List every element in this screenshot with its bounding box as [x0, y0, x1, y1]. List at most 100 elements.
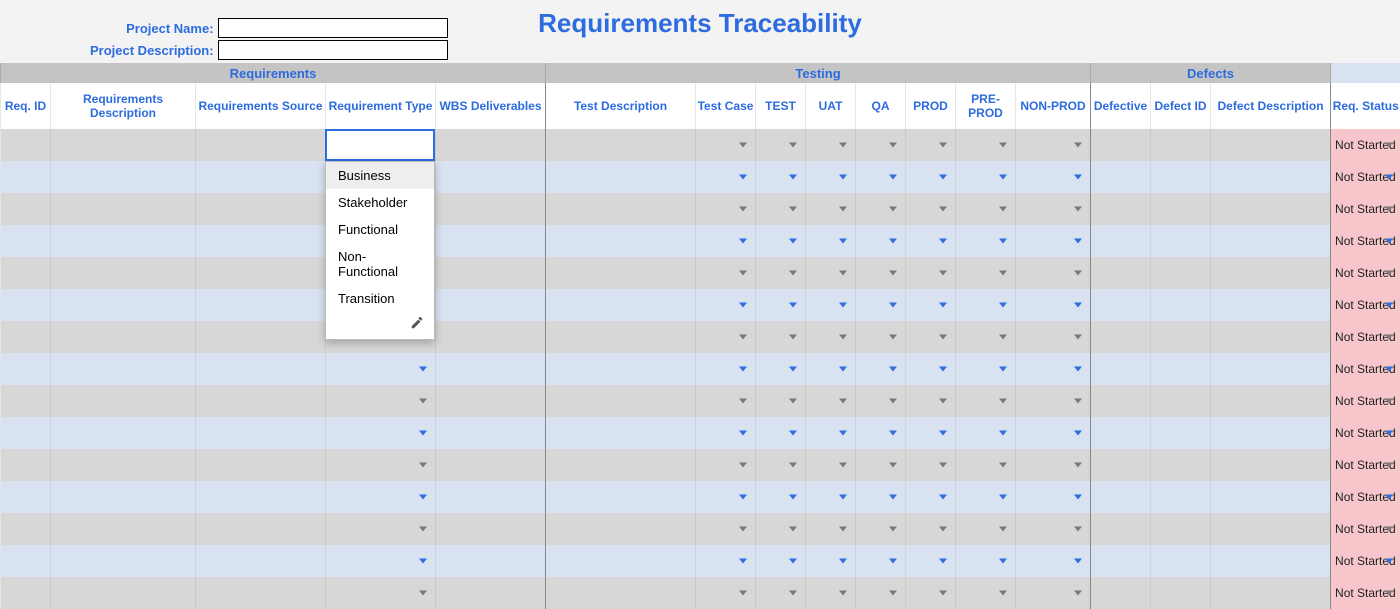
cell-wbs[interactable] — [436, 321, 546, 353]
cell-qa[interactable] — [856, 129, 906, 161]
cell-status[interactable]: Not Started — [1331, 129, 1400, 161]
cell-defective[interactable] — [1091, 193, 1151, 225]
cell-defective[interactable] — [1091, 321, 1151, 353]
cell-test_desc[interactable] — [546, 321, 696, 353]
cell-status[interactable]: Not Started — [1331, 481, 1400, 513]
cell-status[interactable]: Not Started — [1331, 449, 1400, 481]
cell-wbs[interactable] — [436, 385, 546, 417]
cell-req_desc[interactable] — [51, 577, 196, 609]
cell-status[interactable]: Not Started — [1331, 161, 1400, 193]
cell-test_desc[interactable] — [546, 417, 696, 449]
cell-defect_id[interactable] — [1151, 289, 1211, 321]
cell-wbs[interactable] — [436, 417, 546, 449]
cell-test_case[interactable] — [696, 417, 756, 449]
cell-qa[interactable] — [856, 385, 906, 417]
cell-status[interactable]: Not Started — [1331, 225, 1400, 257]
cell-req_src[interactable] — [196, 481, 326, 513]
cell-defective[interactable] — [1091, 513, 1151, 545]
cell-test_case[interactable] — [696, 513, 756, 545]
cell-wbs[interactable] — [436, 449, 546, 481]
cell-req_id[interactable] — [1, 161, 51, 193]
cell-req_desc[interactable] — [51, 289, 196, 321]
cell-status[interactable]: Not Started — [1331, 289, 1400, 321]
cell-defective[interactable] — [1091, 545, 1151, 577]
cell-req_id[interactable] — [1, 353, 51, 385]
cell-status[interactable]: Not Started — [1331, 257, 1400, 289]
cell-prod[interactable] — [906, 577, 956, 609]
edit-options[interactable] — [326, 312, 434, 339]
cell-wbs[interactable] — [436, 513, 546, 545]
cell-prod[interactable] — [906, 513, 956, 545]
cell-req_type[interactable] — [326, 513, 436, 545]
cell-nonprod[interactable] — [1016, 353, 1091, 385]
cell-uat[interactable] — [806, 449, 856, 481]
cell-test[interactable] — [756, 449, 806, 481]
cell-preprod[interactable] — [956, 161, 1016, 193]
cell-preprod[interactable] — [956, 481, 1016, 513]
cell-qa[interactable] — [856, 481, 906, 513]
cell-test_case[interactable] — [696, 545, 756, 577]
cell-uat[interactable] — [806, 129, 856, 161]
cell-defect_id[interactable] — [1151, 449, 1211, 481]
cell-defect_id[interactable] — [1151, 577, 1211, 609]
project-name-input[interactable] — [218, 18, 448, 38]
cell-defective[interactable] — [1091, 385, 1151, 417]
cell-test[interactable] — [756, 225, 806, 257]
cell-req_id[interactable] — [1, 449, 51, 481]
cell-test_desc[interactable] — [546, 577, 696, 609]
cell-req_id[interactable] — [1, 577, 51, 609]
cell-req_src[interactable] — [196, 193, 326, 225]
cell-req_desc[interactable] — [51, 481, 196, 513]
cell-test_desc[interactable] — [546, 161, 696, 193]
cell-req_desc[interactable] — [51, 225, 196, 257]
cell-req_id[interactable] — [1, 257, 51, 289]
cell-test_case[interactable] — [696, 321, 756, 353]
cell-req_id[interactable] — [1, 225, 51, 257]
cell-defect_id[interactable] — [1151, 161, 1211, 193]
cell-prod[interactable] — [906, 193, 956, 225]
cell-nonprod[interactable] — [1016, 417, 1091, 449]
cell-nonprod[interactable] — [1016, 577, 1091, 609]
cell-qa[interactable] — [856, 161, 906, 193]
cell-prod[interactable] — [906, 545, 956, 577]
cell-nonprod[interactable] — [1016, 513, 1091, 545]
cell-preprod[interactable] — [956, 353, 1016, 385]
cell-uat[interactable] — [806, 225, 856, 257]
cell-defect_desc[interactable] — [1211, 449, 1331, 481]
cell-nonprod[interactable] — [1016, 193, 1091, 225]
cell-defective[interactable] — [1091, 129, 1151, 161]
cell-req_desc[interactable] — [51, 161, 196, 193]
cell-preprod[interactable] — [956, 449, 1016, 481]
cell-req_id[interactable] — [1, 129, 51, 161]
cell-defect_desc[interactable] — [1211, 257, 1331, 289]
cell-req_id[interactable] — [1, 289, 51, 321]
cell-defect_desc[interactable] — [1211, 161, 1331, 193]
cell-preprod[interactable] — [956, 257, 1016, 289]
cell-defect_id[interactable] — [1151, 129, 1211, 161]
cell-test_case[interactable] — [696, 129, 756, 161]
cell-test_desc[interactable] — [546, 257, 696, 289]
cell-wbs[interactable] — [436, 353, 546, 385]
cell-defect_id[interactable] — [1151, 417, 1211, 449]
cell-status[interactable]: Not Started — [1331, 417, 1400, 449]
active-cell-reqtype[interactable] — [325, 129, 435, 161]
cell-req_src[interactable] — [196, 225, 326, 257]
cell-req_desc[interactable] — [51, 417, 196, 449]
cell-prod[interactable] — [906, 321, 956, 353]
cell-req_desc[interactable] — [51, 257, 196, 289]
cell-qa[interactable] — [856, 353, 906, 385]
cell-uat[interactable] — [806, 481, 856, 513]
cell-req_src[interactable] — [196, 353, 326, 385]
cell-uat[interactable] — [806, 289, 856, 321]
cell-test[interactable] — [756, 289, 806, 321]
cell-test_desc[interactable] — [546, 449, 696, 481]
cell-uat[interactable] — [806, 577, 856, 609]
cell-req_src[interactable] — [196, 289, 326, 321]
cell-defective[interactable] — [1091, 257, 1151, 289]
cell-status[interactable]: Not Started — [1331, 193, 1400, 225]
cell-test_case[interactable] — [696, 353, 756, 385]
cell-prod[interactable] — [906, 161, 956, 193]
cell-test_desc[interactable] — [546, 481, 696, 513]
cell-req_src[interactable] — [196, 545, 326, 577]
cell-test[interactable] — [756, 513, 806, 545]
